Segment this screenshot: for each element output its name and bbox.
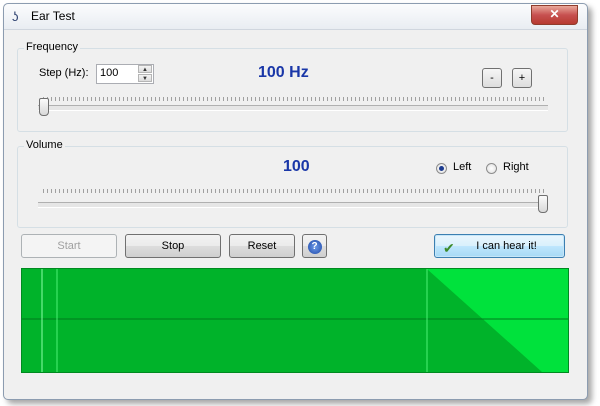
signal-display-graphic xyxy=(22,269,568,372)
volume-group: Volume 100 Left Right xyxy=(17,139,568,228)
help-button[interactable]: ? xyxy=(302,234,327,258)
volume-group-label: Volume xyxy=(24,139,65,151)
stop-button[interactable]: Stop xyxy=(125,234,221,258)
i-can-hear-it-button[interactable]: ✔ I can hear it! xyxy=(434,234,565,258)
left-channel-label[interactable]: Left xyxy=(453,161,471,173)
volume-slider-ticks xyxy=(43,189,547,193)
checkmark-icon: ✔ xyxy=(443,240,455,256)
step-down-button[interactable]: ▼ xyxy=(138,74,152,82)
ear-icon: ʖ xyxy=(12,9,19,24)
signal-decay-region xyxy=(427,269,542,372)
right-channel-radio[interactable] xyxy=(486,163,497,174)
help-icon: ? xyxy=(307,240,322,254)
volume-slider-track[interactable] xyxy=(38,202,548,208)
start-button[interactable]: Start xyxy=(21,234,117,258)
step-stepper[interactable]: 100 ▲ ▼ xyxy=(96,64,154,84)
signal-filled-region xyxy=(22,269,427,372)
close-icon: ✕ xyxy=(549,7,560,21)
close-button[interactable]: ✕ xyxy=(531,5,578,25)
ear-test-window: ʖ Ear Test ✕ Frequency Step (Hz): 100 ▲ … xyxy=(3,3,588,400)
right-channel-label[interactable]: Right xyxy=(503,161,529,173)
frequency-slider-track[interactable] xyxy=(38,105,548,111)
frequency-group-label: Frequency xyxy=(24,41,80,53)
frequency-group: Frequency Step (Hz): 100 ▲ ▼ 100 Hz - + xyxy=(17,41,568,132)
frequency-minus-button[interactable]: - xyxy=(482,68,502,88)
volume-slider-thumb[interactable] xyxy=(538,195,548,213)
step-label: Step (Hz): xyxy=(39,67,89,79)
frequency-plus-button[interactable]: + xyxy=(512,68,532,88)
i-can-hear-it-label: I can hear it! xyxy=(476,240,537,252)
volume-display: 100 xyxy=(283,158,310,175)
title-bar[interactable]: ʖ Ear Test ✕ xyxy=(4,4,587,30)
frequency-slider-ticks xyxy=(43,97,547,101)
reset-button[interactable]: Reset xyxy=(229,234,295,258)
frequency-slider-thumb[interactable] xyxy=(39,98,49,116)
frequency-display: 100 Hz xyxy=(258,64,309,81)
step-input[interactable]: 100 xyxy=(100,67,118,79)
window-title: Ear Test xyxy=(31,9,75,23)
signal-display xyxy=(21,268,569,373)
left-channel-radio[interactable] xyxy=(436,163,447,174)
step-up-button[interactable]: ▲ xyxy=(138,65,152,73)
